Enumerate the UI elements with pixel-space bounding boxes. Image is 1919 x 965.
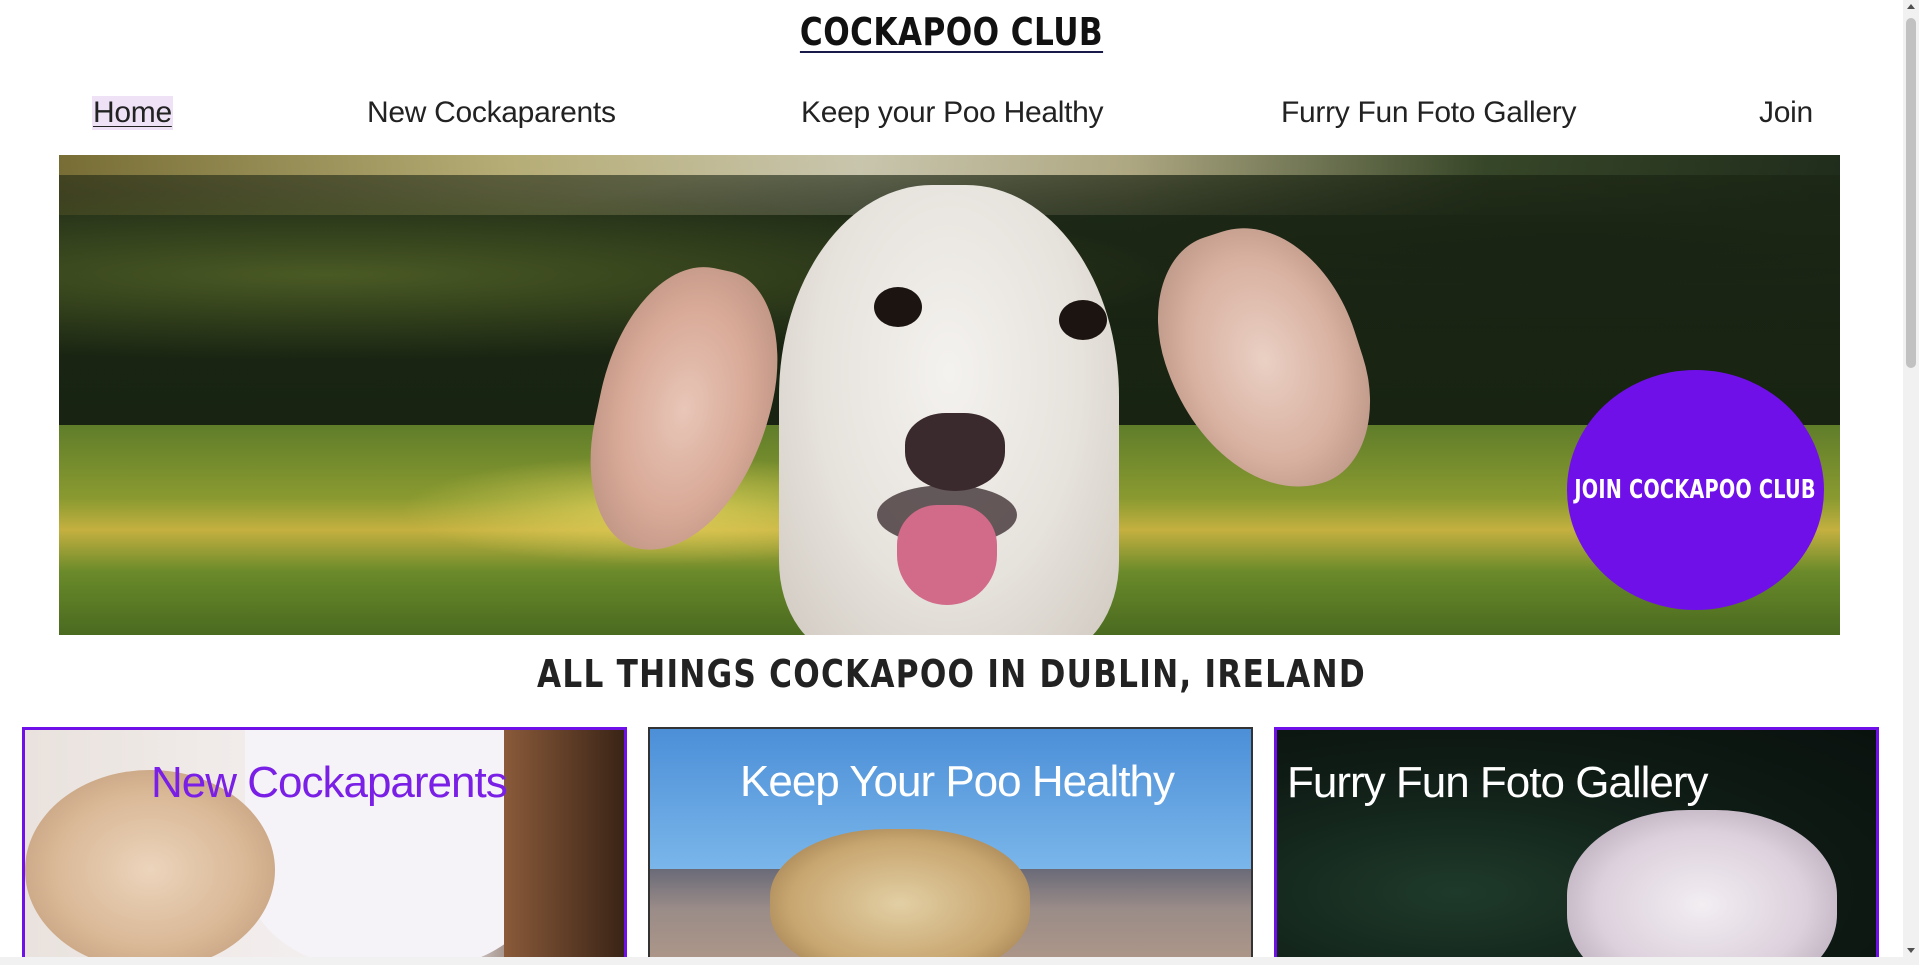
nav-item-furry-fun-foto-gallery[interactable]: Furry Fun Foto Gallery [1281,96,1576,130]
main-nav: Home New Cockaparents Keep your Poo Heal… [0,96,1903,136]
card-caption: Furry Fun Foto Gallery [1287,758,1709,807]
nav-item-keep-your-poo-healthy[interactable]: Keep your Poo Healthy [801,96,1104,130]
nav-item-join[interactable]: Join [1759,96,1813,130]
join-club-button-label: JOIN COCKAPOO CLUB [1574,475,1817,505]
vertical-scrollbar[interactable] [1903,0,1919,965]
page-tagline: ALL THINGS COCKAPOO IN DUBLIN, IRELAND [537,652,1366,696]
join-club-button[interactable]: JOIN COCKAPOO CLUB [1567,370,1824,610]
dog-nose [905,413,1005,491]
card-photo-dog [770,829,1030,963]
horizontal-scrollbar[interactable] [0,957,1903,965]
card-photo-hair [504,730,624,962]
nav-item-home[interactable]: Home [92,96,173,130]
nav-item-new-cockaparents[interactable]: New Cockaparents [367,96,616,130]
card-photo-dog [1567,810,1837,962]
site-title-link[interactable]: COCKAPOO CLUB [800,10,1103,54]
site-title[interactable]: COCKAPOO CLUB [171,10,1731,54]
card-caption: New Cockaparents [151,758,508,807]
scroll-up-arrow-icon[interactable] [1907,4,1915,9]
dog-right-eye [1059,300,1107,340]
card-furry-fun-foto-gallery[interactable]: Furry Fun Foto Gallery [1274,727,1879,965]
card-new-cockaparents[interactable]: New Cockaparents [22,727,627,965]
dog-left-eye [874,287,922,327]
card-caption: Keep Your Poo Healthy [740,757,1175,806]
dog-tongue [897,505,997,605]
scroll-down-arrow-icon[interactable] [1907,948,1915,953]
scrollbar-thumb[interactable] [1906,18,1916,368]
card-keep-your-poo-healthy[interactable]: Keep Your Poo Healthy [648,727,1253,965]
hero-banner-image [59,155,1840,635]
